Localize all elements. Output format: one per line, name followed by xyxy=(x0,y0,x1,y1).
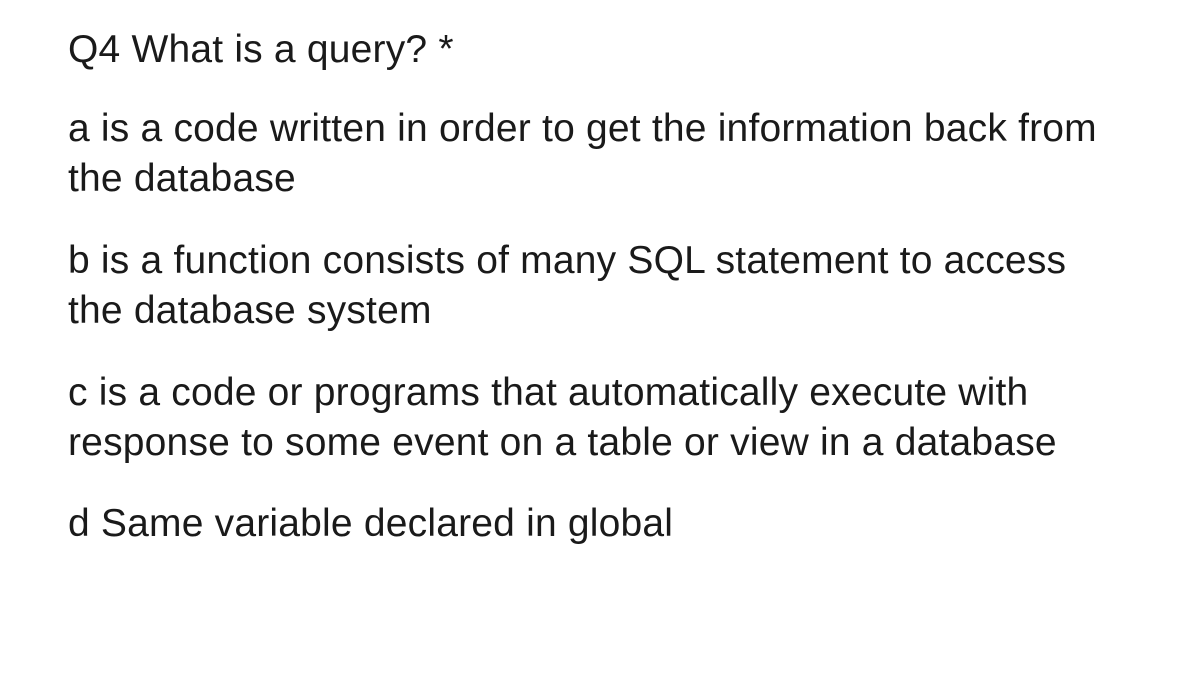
option-d[interactable]: d Same variable declared in global xyxy=(68,499,1132,549)
option-b[interactable]: b is a function consists of many SQL sta… xyxy=(68,236,1132,336)
option-c[interactable]: c is a code or programs that automatical… xyxy=(68,368,1132,468)
question-title: Q4 What is a query? * xyxy=(68,28,1132,72)
option-a[interactable]: a is a code written in order to get the … xyxy=(68,104,1132,204)
